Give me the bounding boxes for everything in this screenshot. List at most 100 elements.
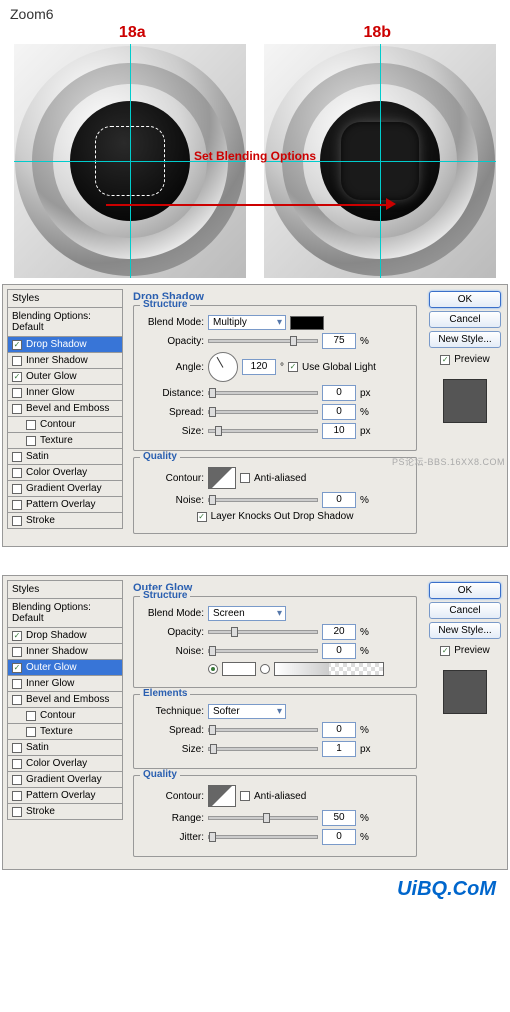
noise-input[interactable]: 0 <box>322 492 356 508</box>
preview-checkbox[interactable] <box>440 646 450 656</box>
style-inner-glow[interactable]: Inner Glow <box>7 675 123 692</box>
jitter-slider[interactable] <box>208 835 318 839</box>
technique-select[interactable]: Softer <box>208 704 286 719</box>
distance-slider[interactable] <box>208 391 318 395</box>
style-stroke[interactable]: Stroke <box>7 803 123 820</box>
style-inner-shadow[interactable]: Inner Shadow <box>7 352 123 369</box>
styles-list: Styles Blending Options: Default Drop Sh… <box>5 287 125 544</box>
checkbox-icon[interactable] <box>12 631 22 641</box>
style-texture[interactable]: Texture <box>7 723 123 740</box>
styles-header[interactable]: Styles <box>7 289 123 308</box>
style-bevel-emboss[interactable]: Bevel and Emboss <box>7 691 123 708</box>
checkbox-icon[interactable] <box>12 452 22 462</box>
angle-dial[interactable] <box>208 352 238 382</box>
checkbox-icon[interactable] <box>26 711 36 721</box>
checkbox-icon[interactable] <box>26 727 36 737</box>
checkbox-icon[interactable] <box>12 759 22 769</box>
checkbox-icon[interactable] <box>12 356 22 366</box>
styles-header[interactable]: Styles <box>7 580 123 599</box>
style-inner-shadow[interactable]: Inner Shadow <box>7 643 123 660</box>
opacity-slider[interactable] <box>208 630 318 634</box>
gradient-swatch[interactable] <box>274 662 384 676</box>
opacity-input[interactable]: 20 <box>322 624 356 640</box>
checkbox-icon[interactable] <box>12 695 22 705</box>
distance-input[interactable]: 0 <box>322 385 356 401</box>
blending-options-item[interactable]: Blending Options: Default <box>7 307 123 337</box>
checkbox-icon[interactable] <box>26 420 36 430</box>
style-pattern-overlay[interactable]: Pattern Overlay <box>7 496 123 513</box>
new-style-button[interactable]: New Style... <box>429 622 501 639</box>
checkbox-icon[interactable] <box>12 500 22 510</box>
color-radio[interactable] <box>208 664 218 674</box>
angle-input[interactable]: 120 <box>242 359 276 375</box>
checkbox-icon[interactable] <box>12 340 22 350</box>
style-pattern-overlay[interactable]: Pattern Overlay <box>7 787 123 804</box>
preview-checkbox[interactable] <box>440 355 450 365</box>
checkbox-icon[interactable] <box>12 791 22 801</box>
checkbox-icon[interactable] <box>12 647 22 657</box>
jitter-input[interactable]: 0 <box>322 829 356 845</box>
noise-input[interactable]: 0 <box>322 643 356 659</box>
style-drop-shadow[interactable]: Drop Shadow <box>7 627 123 644</box>
glow-color-swatch[interactable] <box>222 662 256 676</box>
contour-picker[interactable] <box>208 467 236 489</box>
color-swatch[interactable] <box>290 316 324 330</box>
anti-aliased-checkbox[interactable] <box>240 791 250 801</box>
checkbox-icon[interactable] <box>12 388 22 398</box>
spread-input[interactable]: 0 <box>322 404 356 420</box>
opacity-input[interactable]: 75 <box>322 333 356 349</box>
checkbox-icon[interactable] <box>12 679 22 689</box>
style-gradient-overlay[interactable]: Gradient Overlay <box>7 771 123 788</box>
style-bevel-emboss[interactable]: Bevel and Emboss <box>7 400 123 417</box>
anti-aliased-checkbox[interactable] <box>240 473 250 483</box>
checkbox-icon[interactable] <box>12 807 22 817</box>
style-satin[interactable]: Satin <box>7 739 123 756</box>
style-stroke[interactable]: Stroke <box>7 512 123 529</box>
checkbox-icon[interactable] <box>12 743 22 753</box>
style-outer-glow[interactable]: Outer Glow <box>7 368 123 385</box>
ok-button[interactable]: OK <box>429 291 501 308</box>
opacity-slider[interactable] <box>208 339 318 343</box>
style-inner-glow[interactable]: Inner Glow <box>7 384 123 401</box>
cancel-button[interactable]: Cancel <box>429 311 501 328</box>
layer-style-panel-outer-glow: Styles Blending Options: Default Drop Sh… <box>2 575 508 870</box>
checkbox-icon[interactable] <box>12 372 22 382</box>
size-input[interactable]: 10 <box>322 423 356 439</box>
cancel-button[interactable]: Cancel <box>429 602 501 619</box>
use-global-light-checkbox[interactable] <box>288 362 298 372</box>
contour-picker[interactable] <box>208 785 236 807</box>
checkbox-icon[interactable] <box>12 468 22 478</box>
gradient-radio[interactable] <box>260 664 270 674</box>
layer-knocks-out-checkbox[interactable] <box>197 512 207 522</box>
blend-mode-select[interactable]: Multiply <box>208 315 286 330</box>
noise-slider[interactable] <box>208 498 318 502</box>
style-gradient-overlay[interactable]: Gradient Overlay <box>7 480 123 497</box>
range-slider[interactable] <box>208 816 318 820</box>
ok-button[interactable]: OK <box>429 582 501 599</box>
style-contour[interactable]: Contour <box>7 707 123 724</box>
checkbox-icon[interactable] <box>26 436 36 446</box>
blending-options-item[interactable]: Blending Options: Default <box>7 598 123 628</box>
spread-slider[interactable] <box>208 410 318 414</box>
checkbox-icon[interactable] <box>12 484 22 494</box>
style-color-overlay[interactable]: Color Overlay <box>7 464 123 481</box>
checkbox-icon[interactable] <box>12 516 22 526</box>
checkbox-icon[interactable] <box>12 663 22 673</box>
style-satin[interactable]: Satin <box>7 448 123 465</box>
style-texture[interactable]: Texture <box>7 432 123 449</box>
style-color-overlay[interactable]: Color Overlay <box>7 755 123 772</box>
blend-mode-select[interactable]: Screen <box>208 606 286 621</box>
style-outer-glow[interactable]: Outer Glow <box>7 659 123 676</box>
noise-slider[interactable] <box>208 649 318 653</box>
size-input[interactable]: 1 <box>322 741 356 757</box>
size-slider[interactable] <box>208 429 318 433</box>
spread-slider[interactable] <box>208 728 318 732</box>
style-drop-shadow[interactable]: Drop Shadow <box>7 336 123 353</box>
style-contour[interactable]: Contour <box>7 416 123 433</box>
spread-input[interactable]: 0 <box>322 722 356 738</box>
checkbox-icon[interactable] <box>12 404 22 414</box>
new-style-button[interactable]: New Style... <box>429 331 501 348</box>
checkbox-icon[interactable] <box>12 775 22 785</box>
size-slider[interactable] <box>208 747 318 751</box>
range-input[interactable]: 50 <box>322 810 356 826</box>
